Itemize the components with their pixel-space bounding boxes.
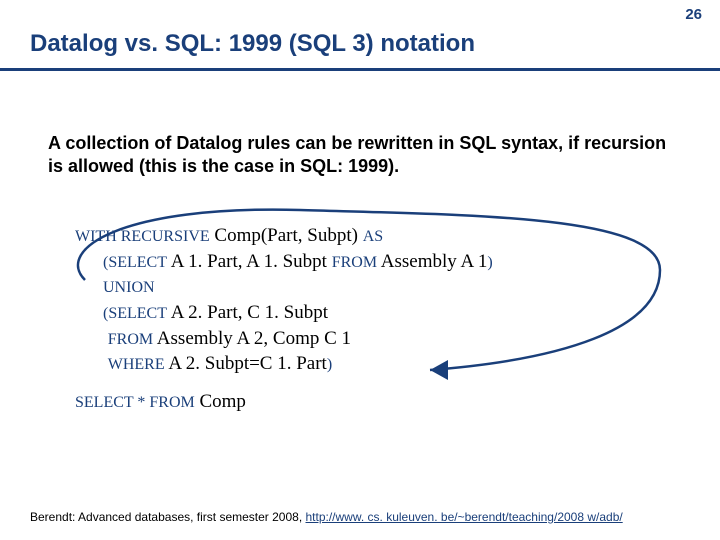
keyword-select-star-from: SELECT * FROM: [75, 394, 195, 411]
keyword-with-recursive: WITH RECURSIVE: [75, 228, 210, 245]
keyword-select: (SELECT: [103, 254, 167, 271]
code-text: A 2. Subpt=C 1. Part: [165, 353, 327, 374]
code-line: (SELECT A 1. Part, A 1. Subpt FROM Assem…: [103, 249, 672, 275]
footer: Berendt: Advanced databases, first semes…: [30, 510, 623, 524]
code-text: Comp: [195, 391, 246, 412]
code-line: WITH RECURSIVE Comp(Part, Subpt) AS: [75, 223, 672, 249]
page-number: 26: [685, 6, 702, 23]
keyword-as: AS: [363, 228, 383, 245]
sql-code-block: WITH RECURSIVE Comp(Part, Subpt) AS (SEL…: [75, 223, 672, 414]
footer-text: Berendt: Advanced databases, first semes…: [30, 510, 306, 524]
slide: 26 Datalog vs. SQL: 1999 (SQL 3) notatio…: [0, 0, 720, 540]
code-line: (SELECT A 2. Part, C 1. Subpt: [103, 300, 672, 326]
keyword-close-paren: ): [327, 356, 332, 373]
slide-title: Datalog vs. SQL: 1999 (SQL 3) notation: [30, 30, 475, 58]
code-text: Comp(Part, Subpt): [210, 225, 363, 246]
code-line: FROM Assembly A 2, Comp C 1: [103, 326, 672, 352]
intro-text: A collection of Datalog rules can be rew…: [48, 132, 672, 179]
code-text: Assembly A 1: [377, 251, 487, 272]
code-line: SELECT * FROM Comp: [75, 389, 672, 415]
keyword-where: WHERE: [108, 356, 165, 373]
code-gap: [75, 377, 672, 389]
keyword-close-paren: ): [487, 254, 492, 271]
code-text: Assembly A 2, Comp C 1: [153, 328, 351, 349]
keyword-union: UNION: [103, 279, 155, 296]
keyword-from: FROM: [332, 254, 377, 271]
keyword-from: FROM: [108, 331, 153, 348]
keyword-select: (SELECT: [103, 305, 167, 322]
title-rule: [0, 68, 720, 71]
code-line: UNION: [103, 274, 672, 300]
code-line: WHERE A 2. Subpt=C 1. Part): [103, 351, 672, 377]
code-text: A 2. Part, C 1. Subpt: [167, 302, 328, 323]
footer-link[interactable]: http://www. cs. kuleuven. be/~berendt/te…: [306, 510, 623, 524]
code-text: A 1. Part, A 1. Subpt: [167, 251, 332, 272]
